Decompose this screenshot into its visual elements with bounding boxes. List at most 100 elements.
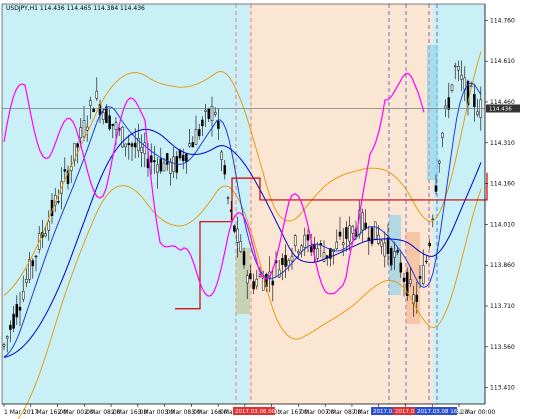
candle-body <box>95 90 99 99</box>
candle-body <box>5 336 9 339</box>
candle-body <box>233 225 236 232</box>
candle-body <box>165 153 169 165</box>
candle-body <box>421 265 425 284</box>
candle-body <box>101 112 105 120</box>
candle-body <box>348 225 351 242</box>
candle-body <box>242 251 246 266</box>
candle-body <box>162 162 166 172</box>
candle-body <box>57 201 60 203</box>
candle-body <box>306 234 310 241</box>
candle-body <box>335 241 339 249</box>
candle-body <box>300 245 303 252</box>
candle-body <box>338 231 342 237</box>
candle-body <box>25 279 28 283</box>
candle-body <box>63 169 67 172</box>
current-price-label: 114.436 <box>489 106 512 112</box>
candle-body <box>351 226 355 234</box>
candle-body <box>431 218 435 220</box>
chart-window[interactable]: 114.760 114.610 114.460 114.310 114.160 114.0… <box>0 0 553 419</box>
candle-body <box>255 278 259 287</box>
candle-body <box>245 275 249 284</box>
candle-body <box>386 237 390 254</box>
candle-body <box>79 127 83 139</box>
candle-body <box>261 278 265 291</box>
y-tick-label: 113.860 <box>490 262 515 269</box>
candle-body <box>197 129 201 137</box>
candle-body <box>345 227 348 239</box>
candle-body <box>303 234 307 248</box>
price-chart[interactable]: 114.760114.610114.460114.310114.160114.0… <box>0 0 553 419</box>
marker-date-label: 2017.03.06 00:00 <box>235 409 285 415</box>
candle-body <box>89 100 92 106</box>
candle-body <box>281 258 284 265</box>
candle-body <box>293 235 297 246</box>
candle-body <box>82 120 86 138</box>
kumo-background <box>1 3 486 405</box>
candle-body <box>12 313 15 329</box>
candle-body <box>389 247 393 266</box>
candle-body <box>322 252 326 262</box>
candle-body <box>213 112 217 115</box>
candle-body <box>428 242 431 247</box>
candle-body <box>172 156 175 172</box>
candle-body <box>124 143 127 148</box>
candle-body <box>425 260 428 263</box>
candle-body <box>143 142 147 155</box>
candle-body <box>415 294 419 302</box>
candle-body <box>418 276 422 279</box>
candle-body <box>236 228 239 243</box>
y-tick-label: 114.310 <box>490 140 515 147</box>
candle-body <box>201 119 204 127</box>
kumo-bear-region <box>250 4 433 404</box>
candle-body <box>130 143 134 147</box>
candle-body <box>204 109 207 112</box>
candle-body <box>434 185 438 192</box>
candle-body <box>127 143 131 146</box>
y-tick-label: 114.160 <box>490 181 515 188</box>
candle-body <box>447 97 451 110</box>
candle-body <box>47 221 51 231</box>
candle-body <box>2 344 6 347</box>
candle-body <box>194 129 198 145</box>
candle-body <box>76 143 79 148</box>
candle-body <box>159 158 163 172</box>
y-tick-label: 114.010 <box>490 221 515 228</box>
candle-body <box>290 255 294 262</box>
candle-body <box>188 143 191 147</box>
candle-body <box>121 126 124 148</box>
candle-body <box>133 142 137 148</box>
marker-date-label: 2017.03.08 16:00 <box>417 409 467 415</box>
candle-body <box>34 255 38 258</box>
candle-body <box>284 255 287 267</box>
candle-body <box>15 304 19 318</box>
candle-body <box>226 197 230 199</box>
candle-body <box>156 164 159 173</box>
candle-body <box>313 244 316 250</box>
candle-body <box>114 122 118 130</box>
candle-body <box>437 160 441 164</box>
candle-body <box>476 111 479 115</box>
candle-body <box>239 241 243 252</box>
candle-body <box>85 126 89 131</box>
candle-body <box>252 281 255 290</box>
candle-body <box>457 66 460 71</box>
candle-body <box>396 250 399 253</box>
candle-body <box>220 151 223 160</box>
candle-body <box>191 142 195 148</box>
candle-body <box>316 248 319 259</box>
candle-body <box>287 259 291 267</box>
candle-body <box>361 212 364 231</box>
candle-body <box>441 132 444 138</box>
candle-body <box>108 115 111 130</box>
candle-body <box>373 221 377 240</box>
candle-body <box>399 262 403 273</box>
candle-body <box>9 324 12 330</box>
candle-body <box>453 65 457 67</box>
candle-body <box>383 242 387 257</box>
candle-body <box>402 277 406 282</box>
candle-body <box>271 280 275 286</box>
candle-body <box>409 279 412 284</box>
candle-body <box>181 154 185 162</box>
kumo-bull-region <box>2 4 250 404</box>
candle-body <box>277 269 281 278</box>
